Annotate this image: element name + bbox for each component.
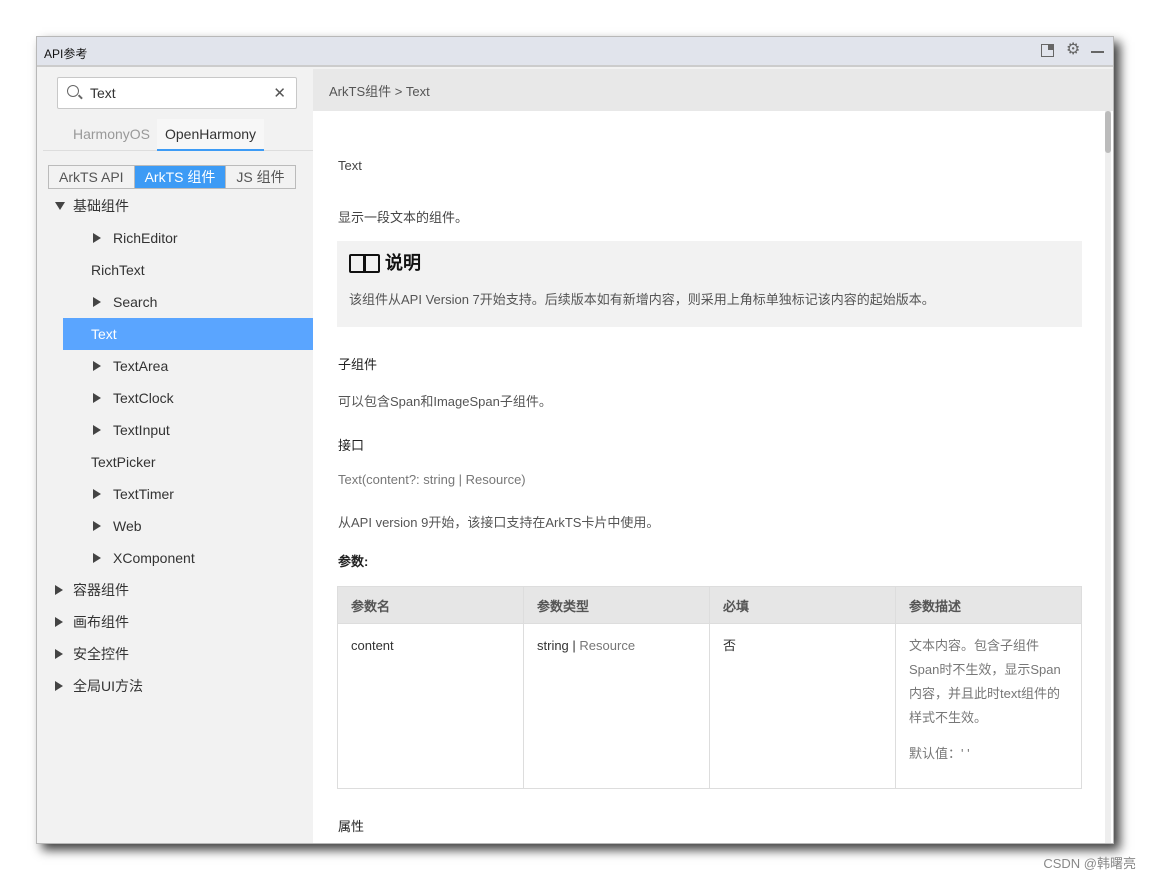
tree-item[interactable]: RichText (43, 254, 313, 286)
search-box[interactable]: ✕ (57, 77, 297, 109)
segment-arkts-components[interactable]: ArkTS 组件 (133, 166, 226, 188)
col-header: 参数描述 (895, 586, 1082, 624)
page-title: Text (338, 158, 362, 173)
tree-item[interactable]: TextClock (43, 382, 313, 414)
child-text: 可以包含Span和ImageSpan子组件。 (338, 394, 552, 409)
tree-item-label: 安全控件 (73, 646, 129, 662)
param-desc: 文本内容。包含子组件Span时不生效，显示Span内容，并且此时text组件的样… (895, 623, 1082, 789)
caret-right-icon[interactable] (93, 297, 101, 307)
params-heading: 参数: (338, 554, 369, 569)
search-input[interactable] (90, 84, 270, 102)
caret-down-icon[interactable] (55, 202, 65, 210)
caret-right-icon[interactable] (55, 585, 63, 595)
attributes-heading: 属性 (338, 819, 365, 834)
caret-right-icon[interactable] (93, 553, 101, 563)
caret-right-icon[interactable] (93, 393, 101, 403)
tree-item[interactable]: TextPicker (43, 446, 313, 478)
tree-item[interactable]: 安全控件 (43, 638, 313, 670)
scrollbar[interactable] (1105, 111, 1111, 843)
caret-right-icon[interactable] (93, 425, 101, 435)
tree-item[interactable]: 基础组件 (43, 190, 313, 222)
caret-right-icon[interactable] (93, 489, 101, 499)
param-name: content (337, 623, 524, 789)
segment-js-components[interactable]: JS 组件 (225, 166, 295, 188)
col-header: 参数名 (337, 586, 524, 624)
search-icon (67, 85, 79, 97)
type-resource: Resource (579, 638, 636, 653)
param-type: string | Resource (523, 623, 710, 789)
child-heading: 子组件 (338, 357, 378, 372)
tree-item-label: Web (113, 518, 142, 534)
tree-item[interactable]: RichEditor (43, 222, 313, 254)
note-box: 说明 该组件从API Version 7开始支持。后续版本如有新增内容，则采用上… (337, 241, 1082, 327)
desc-text: 文本内容。包含子组件Span时不生效，显示Span内容，并且此时text组件的样… (909, 638, 1061, 725)
tree-item[interactable]: 全局UI方法 (43, 670, 313, 702)
scrollbar-thumb[interactable] (1105, 111, 1111, 153)
tree-item[interactable]: TextTimer (43, 478, 313, 510)
minimize-icon[interactable] (1091, 44, 1105, 58)
params-table: 参数名 参数类型 必填 参数描述 content string | Resour… (337, 586, 1082, 789)
tree-item[interactable]: 容器组件 (43, 574, 313, 606)
window-title: API参考 (44, 47, 88, 61)
tree-item-label: TextPicker (91, 454, 156, 470)
tree-item[interactable]: XComponent (43, 542, 313, 574)
param-required: 否 (709, 623, 896, 789)
tree-item-label: 全局UI方法 (73, 678, 143, 694)
sidebar: ✕ HarmonyOS OpenHarmony ArkTS API ArkTS … (43, 69, 313, 843)
tree-item[interactable]: TextInput (43, 414, 313, 446)
tree-item-label: TextTimer (113, 486, 174, 502)
tree-item[interactable]: Web (43, 510, 313, 542)
tree-item[interactable]: TextArea (43, 350, 313, 382)
tree-item-label: Search (113, 294, 158, 310)
caret-right-icon[interactable] (55, 617, 63, 627)
book-icon (349, 254, 380, 273)
interface-signature: Text(content?: string | Resource) (338, 472, 526, 487)
note-title: 说明 (385, 253, 421, 273)
breadcrumb: ArkTS组件 > Text (313, 69, 1113, 111)
tab-harmonyos[interactable]: HarmonyOS (65, 119, 158, 151)
tree-item[interactable]: 画布组件 (43, 606, 313, 638)
tree-item-label: 画布组件 (73, 614, 129, 630)
dock-icon[interactable] (1041, 44, 1054, 57)
watermark: CSDN @韩曙亮 (1043, 856, 1136, 871)
tree-item-label: RichText (91, 262, 145, 278)
interface-note: 从API version 9开始，该接口支持在ArkTS卡片中使用。 (338, 515, 660, 530)
col-header: 参数类型 (523, 586, 710, 624)
tree-item-label: Text (91, 326, 117, 342)
tree-item-label: 基础组件 (73, 198, 129, 214)
note-text: 该组件从API Version 7开始支持。后续版本如有新增内容，则采用上角标单… (349, 292, 935, 307)
doc-content: Text 显示一段文本的组件。 说明 该组件从API Version 7开始支持… (313, 111, 1113, 843)
caret-right-icon[interactable] (55, 681, 63, 691)
tree-item[interactable]: Text (63, 318, 313, 350)
caret-right-icon[interactable] (93, 233, 101, 243)
tree-item-label: RichEditor (113, 230, 178, 246)
col-header: 必填 (709, 586, 896, 624)
caret-right-icon[interactable] (93, 361, 101, 371)
os-tabs: HarmonyOS OpenHarmony (43, 117, 313, 151)
component-tree: 基础组件 RichEditor RichText Search Text TextArea… (43, 190, 313, 702)
interface-heading: 接口 (338, 438, 365, 453)
table-row: content string | Resource 否 文本内容。包含子组件Sp… (337, 623, 1082, 789)
table-header-row: 参数名 参数类型 必填 参数描述 (337, 586, 1082, 624)
api-reference-window: API参考 ⚙ ✕ HarmonyOS OpenHarmony ArkTS AP… (36, 36, 1114, 844)
category-segments: ArkTS API ArkTS 组件 JS 组件 (48, 165, 296, 189)
tree-item-label: XComponent (113, 550, 195, 566)
title-bar: API参考 ⚙ (37, 37, 1113, 67)
tree-item-label: 容器组件 (73, 582, 129, 598)
tree-item[interactable]: Search (43, 286, 313, 318)
tree-item-label: TextInput (113, 422, 170, 438)
gear-icon[interactable]: ⚙ (1066, 42, 1080, 58)
tree-item-label: TextArea (113, 358, 169, 374)
segment-arkts-api[interactable]: ArkTS API (49, 166, 134, 188)
clear-icon[interactable]: ✕ (273, 84, 286, 102)
caret-right-icon[interactable] (55, 649, 63, 659)
default-value: 默认值：' ' (909, 746, 970, 761)
intro-text: 显示一段文本的组件。 (338, 210, 469, 225)
tab-openharmony[interactable]: OpenHarmony (157, 119, 265, 151)
tree-item-label: TextClock (113, 390, 174, 406)
type-string: string (537, 638, 569, 653)
caret-right-icon[interactable] (93, 521, 101, 531)
